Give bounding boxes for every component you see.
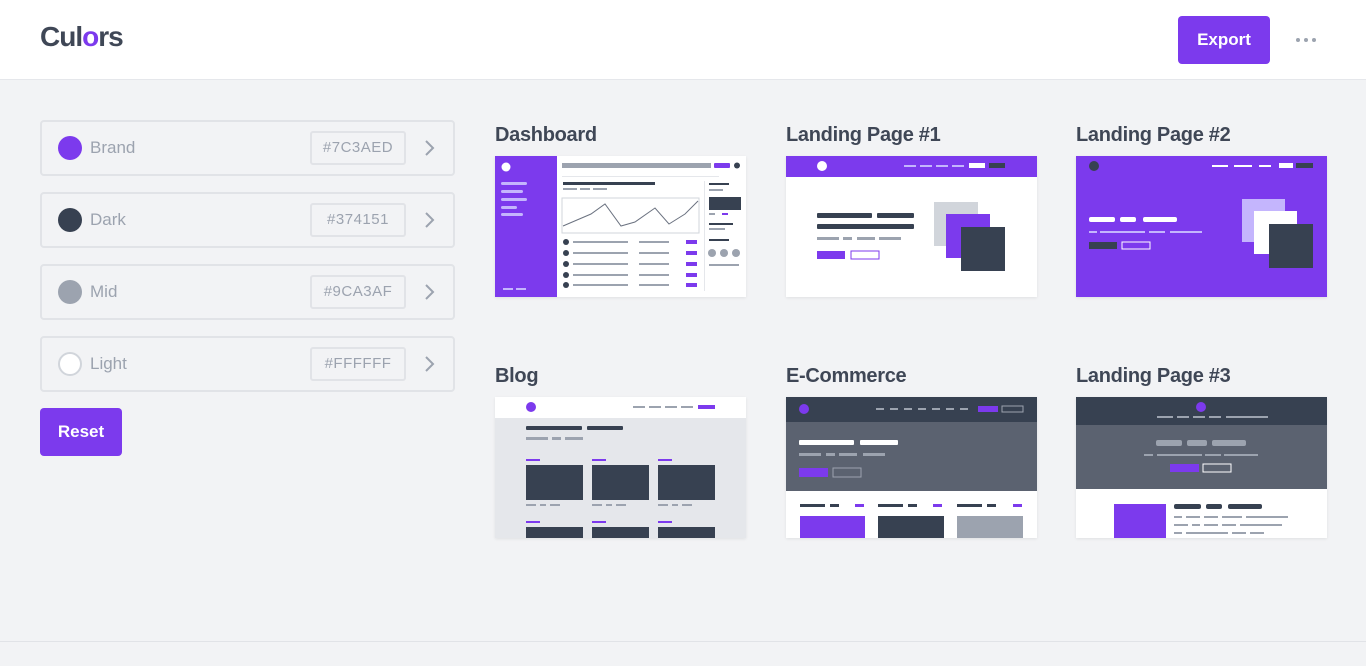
color-swatch (58, 136, 82, 160)
color-swatch (58, 352, 82, 376)
color-swatch (58, 280, 82, 304)
more-options-icon[interactable] (1290, 28, 1322, 52)
template-title-ecommerce: E-Commerce (786, 365, 907, 387)
template-thumbnail-landing-2[interactable] (1076, 156, 1327, 297)
color-row-dark[interactable]: Dark #374151 (40, 192, 455, 248)
hex-input[interactable]: #374151 (310, 203, 406, 237)
reset-button[interactable]: Reset (40, 408, 122, 456)
template-title-landing-3: Landing Page #3 (1076, 365, 1231, 387)
chevron-right-icon[interactable] (418, 209, 440, 231)
chevron-right-icon[interactable] (418, 353, 440, 375)
template-thumbnail-ecommerce[interactable] (786, 397, 1037, 538)
color-row-light[interactable]: Light #FFFFFF (40, 336, 455, 392)
color-row-brand[interactable]: Brand #7C3AED (40, 120, 455, 176)
footer-divider (0, 641, 1366, 642)
export-button[interactable]: Export (1178, 16, 1270, 64)
template-title-blog: Blog (495, 365, 539, 387)
template-thumbnail-landing-1[interactable] (786, 156, 1037, 297)
chevron-right-icon[interactable] (418, 281, 440, 303)
app-logo: Culors (40, 21, 124, 52)
color-row-mid[interactable]: Mid #9CA3AF (40, 264, 455, 320)
hex-input[interactable]: #FFFFFF (310, 347, 406, 381)
chevron-right-icon[interactable] (418, 137, 440, 159)
template-thumbnail-landing-3[interactable] (1076, 397, 1327, 538)
template-title-landing-2: Landing Page #2 (1076, 124, 1231, 146)
template-thumbnail-dashboard[interactable] (495, 156, 746, 297)
app-header: Culors Export (0, 0, 1366, 80)
color-name: Brand (90, 138, 136, 157)
hex-input[interactable]: #7C3AED (310, 131, 406, 165)
color-name: Mid (90, 282, 118, 301)
template-title-landing-1: Landing Page #1 (786, 124, 941, 146)
color-swatch (58, 208, 82, 232)
template-thumbnail-blog[interactable] (495, 397, 746, 538)
template-title-dashboard: Dashboard (495, 124, 597, 146)
color-name: Dark (90, 210, 126, 229)
color-name: Light (90, 354, 127, 373)
hex-input[interactable]: #9CA3AF (310, 275, 406, 309)
